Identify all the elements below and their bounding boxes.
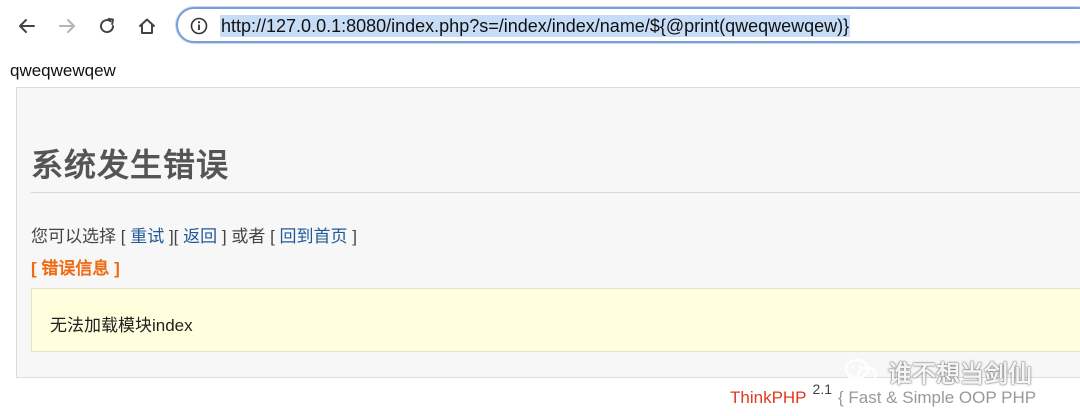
bracket-close: ] (221, 227, 227, 246)
error-panel: 系统发生错误 您可以选择 [ 重试 ][ 返回 ] 或者 [ 回到首页 ] [ … (16, 87, 1080, 378)
options-prefix: 您可以选择 (31, 227, 116, 246)
footer-brand: ThinkPHP (730, 388, 807, 407)
options-line: 您可以选择 [ 重试 ][ 返回 ] 或者 [ 回到首页 ] (31, 222, 357, 247)
bracket-open: [ (270, 227, 275, 246)
bracket-close: ] (352, 227, 358, 246)
footer-slogan: { Fast & Simple OOP PHP (838, 388, 1037, 407)
back-link[interactable]: 返回 (183, 227, 217, 246)
reload-button[interactable] (90, 9, 124, 43)
home-icon (139, 18, 155, 34)
error-info-label: [ 错误信息 ] (31, 259, 120, 278)
url-text[interactable]: http://127.0.0.1:8080/index.php?s=/index… (220, 15, 851, 37)
retry-link[interactable]: 重试 (130, 227, 164, 246)
reload-icon (100, 18, 115, 34)
options-or: 或者 (231, 227, 266, 246)
title-divider (31, 192, 1080, 193)
page-title: 系统发生错误 (31, 147, 230, 183)
address-bar[interactable]: http://127.0.0.1:8080/index.php?s=/index… (176, 7, 1080, 43)
forward-button[interactable] (50, 9, 84, 43)
arrow-right-icon (59, 19, 75, 33)
arrow-left-icon (19, 19, 35, 33)
error-message-box: 无法加载模块index (31, 288, 1080, 352)
browser-toolbar: http://127.0.0.1:8080/index.php?s=/index… (0, 0, 1080, 52)
home-button[interactable] (130, 9, 164, 43)
footer-version: 2.1 (812, 381, 832, 397)
back-button[interactable] (10, 9, 44, 43)
home-link[interactable]: 回到首页 (280, 227, 348, 246)
bracket-open: [ (120, 227, 126, 246)
bracket-open: [ (173, 227, 179, 246)
printed-output: qweqwewqew (10, 61, 116, 80)
error-message: 无法加载模块index (50, 316, 193, 335)
wechat-icon (844, 358, 878, 384)
footer: ThinkPHP 2.1 { Fast & Simple OOP PHP (730, 381, 1037, 408)
info-icon[interactable] (190, 17, 208, 35)
watermark: 谁不想当剑仙 (844, 354, 1032, 389)
watermark-text: 谁不想当剑仙 (888, 361, 1032, 388)
